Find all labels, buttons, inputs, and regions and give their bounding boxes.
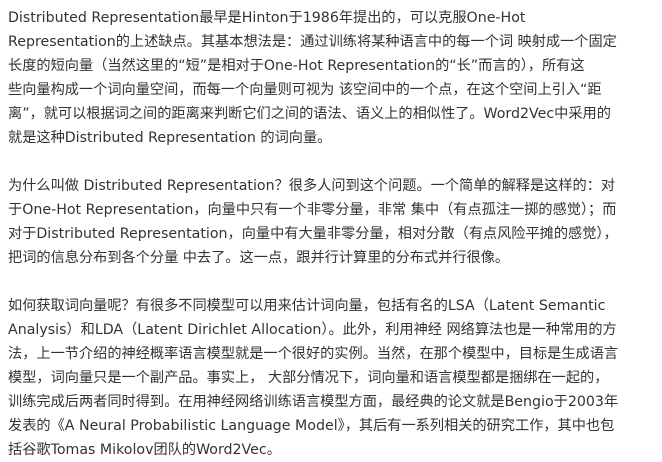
text-line: 如何获取词向量呢？有很多不同模型可以用来估计词向量，包括有名的LSA（Laten… xyxy=(8,298,606,314)
text-line: 离”，就可以根据词之间的距离来判断它们之间的语法、语义上的相似性了。Word2V… xyxy=(8,106,611,122)
text-line: Distributed Representation最早是Hinton于1986… xyxy=(8,10,526,26)
text-line: 些向量构成一个词向量空间，而每一个向量则可视为 该空间中的一个点，在这个空间上引… xyxy=(8,82,602,98)
document-body: Distributed Representation最早是Hinton于1986… xyxy=(0,0,662,462)
text-line: Analysis）和LDA（Latent Dirichlet Allocatio… xyxy=(8,322,617,338)
text-line: 为什么叫做 Distributed Representation？很多人问到这个… xyxy=(8,178,616,194)
text-line: 模型，词向量只是一个副产品。事实上， 大部分情况下，词向量和语言模型都是捆绑在一… xyxy=(8,370,609,386)
text-line: 就是这种Distributed Representation 的词向量。 xyxy=(8,130,332,146)
text-line: 长度的短向量（当然这里的“短”是相对于One-Hot Representatio… xyxy=(8,58,585,74)
paragraph-distributed-representation: Distributed Representation最早是Hinton于1986… xyxy=(8,6,658,150)
text-line: Representation的上述缺点。其基本想法是：通过训练将某种语言中的每一… xyxy=(8,34,617,50)
text-line: 括谷歌Tomas Mikolov团队的Word2Vec。 xyxy=(8,442,281,458)
paragraph-how-to-get-word-vectors: 如何获取词向量呢？有很多不同模型可以用来估计词向量，包括有名的LSA（Laten… xyxy=(8,294,658,462)
text-line: 对于Distributed Representation，向量中有大量非零分量，… xyxy=(8,226,618,242)
text-line: 训练完成后两者同时得到。在用神经网络训练语言模型方面，最经典的论文就是Bengi… xyxy=(8,394,619,410)
text-line: 于One-Hot Representation，向量中只有一个非零分量，非常 集… xyxy=(8,202,617,218)
text-line: 发表的《A Neural Probabilistic Language Mode… xyxy=(8,418,615,434)
paragraph-why-distributed: 为什么叫做 Distributed Representation？很多人问到这个… xyxy=(8,174,658,270)
text-line: 法，上一节介绍的神经概率语言模型就是一个很好的实例。当然，在那个模型中，目标是生… xyxy=(8,346,619,362)
text-line: 把词的信息分布到各个分量 中去了。这一点，跟并行计算里的分布式并行很像。 xyxy=(8,250,510,266)
